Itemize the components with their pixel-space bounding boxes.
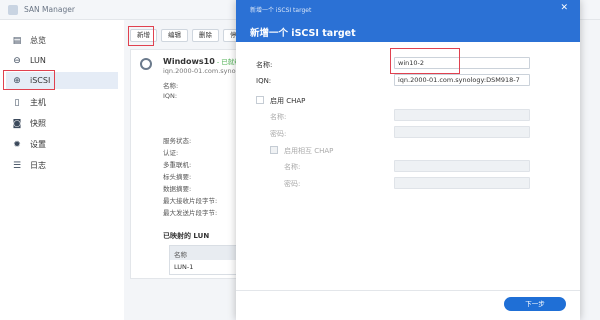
enable-mutual-chap-checkbox[interactable]	[270, 146, 278, 154]
sidebar-item-lun[interactable]: ⊖ LUN	[6, 52, 118, 69]
sidebar-item-snapshot[interactable]: ◙ 快照	[6, 115, 118, 132]
highlight-box	[3, 70, 55, 90]
sidebar-item-label: 设置	[30, 140, 46, 149]
target-iqn: iqn.2000-01.com.syno	[163, 67, 236, 75]
info-label: 最大发送片段字节:	[163, 209, 218, 217]
target-name-text: Windows10	[163, 57, 215, 66]
dialog-window-title: 新增一个 iSCSI target	[250, 7, 312, 14]
chap-secret-field[interactable]	[394, 126, 530, 138]
sidebar-item-label: 日志	[30, 161, 46, 170]
mapped-lun-title: 已映射的 LUN	[163, 232, 210, 240]
app-logo-icon	[8, 5, 18, 15]
mutual-secret-label: 密码:	[284, 180, 301, 188]
snapshot-icon: ◙	[12, 118, 22, 129]
host-icon: ▯	[14, 97, 20, 108]
dialog-title: 新增一个 iSCSI target	[250, 28, 356, 39]
new-iscsi-target-dialog: 新增一个 iSCSI target ✕ 新增一个 iSCSI target 名称…	[236, 0, 580, 320]
target-globe-icon	[140, 58, 152, 70]
overview-icon: ▤	[12, 35, 22, 46]
app-title: SAN Manager	[24, 5, 75, 14]
lun-column-header[interactable]: 名称	[170, 246, 242, 260]
lun-table: 名称 LUN-1	[169, 245, 243, 275]
iqn-field[interactable]: iqn.2000-01.com.synology:DSM918-7	[394, 74, 530, 86]
info-label: IQN:	[163, 92, 178, 100]
highlight-box	[390, 48, 460, 74]
sidebar-item-label: 主机	[30, 98, 46, 107]
enable-chap-label: 启用 CHAP	[270, 97, 306, 105]
edit-button[interactable]: 编辑	[161, 29, 188, 42]
lun-icon: ⊖	[13, 55, 21, 66]
highlight-box	[128, 26, 154, 46]
dialog-footer: 下一步	[236, 290, 580, 320]
sidebar-item-label: 总览	[30, 36, 46, 45]
info-label: 认证:	[163, 149, 179, 157]
name-label: 名称:	[256, 61, 273, 69]
chap-secret-label: 密码:	[270, 130, 287, 138]
next-button[interactable]: 下一步	[504, 297, 566, 311]
close-icon[interactable]: ✕	[560, 3, 568, 13]
sidebar-item-overview[interactable]: ▤ 总览	[6, 32, 118, 49]
info-label: 最大接收片段字节:	[163, 197, 218, 205]
log-icon: ☰	[12, 160, 22, 171]
iqn-label: IQN:	[256, 77, 272, 85]
info-label: 服务状态:	[163, 137, 192, 145]
sidebar-item-host[interactable]: ▯ 主机	[6, 94, 118, 111]
mutual-name-label: 名称:	[284, 163, 301, 171]
chap-name-field[interactable]	[394, 109, 530, 121]
enable-chap-checkbox[interactable]	[256, 96, 264, 104]
table-row[interactable]: LUN-1	[170, 260, 242, 274]
sidebar-item-log[interactable]: ☰ 日志	[6, 157, 118, 174]
info-label: 标头摘要:	[163, 173, 192, 181]
gear-icon: ✹	[13, 139, 21, 150]
sidebar-item-label: 快照	[30, 119, 46, 128]
chap-name-label: 名称:	[270, 113, 287, 121]
enable-mutual-chap-label: 启用相互 CHAP	[284, 147, 334, 155]
mutual-secret-field[interactable]	[394, 177, 530, 189]
sidebar-item-label: LUN	[30, 56, 46, 65]
sidebar: ▤ 总览 ⊖ LUN ⊕ iSCSI ▯ 主机 ◙ 快照 ✹ 设置 ☰ 日志	[0, 20, 124, 320]
delete-button[interactable]: 删除	[192, 29, 219, 42]
dialog-header: 新增一个 iSCSI target ✕ 新增一个 iSCSI target	[236, 0, 580, 42]
info-label: 名称:	[163, 82, 179, 90]
sidebar-item-settings[interactable]: ✹ 设置	[6, 136, 118, 153]
info-label: 数据摘要:	[163, 185, 192, 193]
info-label: 多重联机:	[163, 161, 192, 169]
target-name[interactable]: Windows10 - 已就绪	[163, 56, 241, 66]
mutual-name-field[interactable]	[394, 160, 530, 172]
